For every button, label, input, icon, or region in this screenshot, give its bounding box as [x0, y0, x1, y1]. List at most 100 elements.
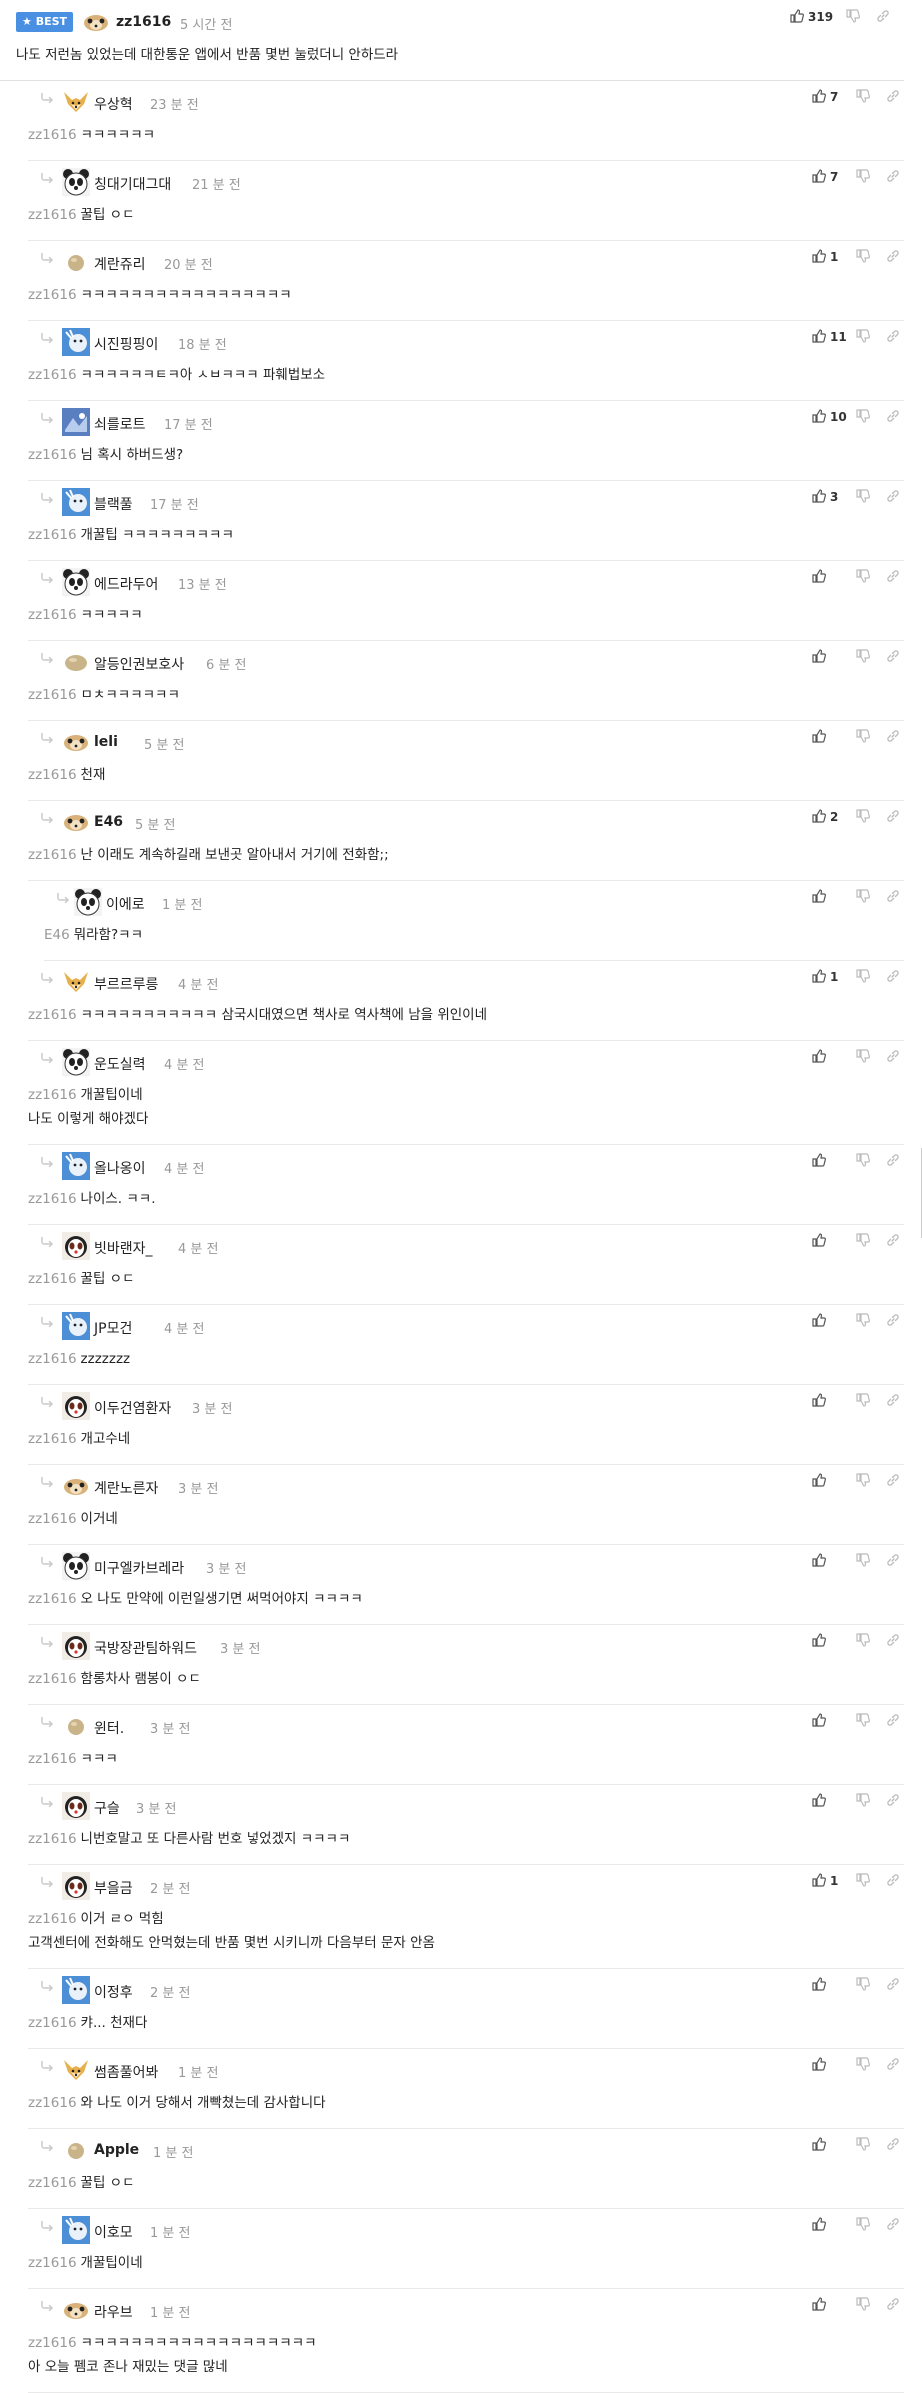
- like-button[interactable]: [812, 1048, 846, 1068]
- comment-author[interactable]: 블랙풀: [94, 494, 133, 514]
- like-button[interactable]: 319: [790, 8, 834, 28]
- mention-tag[interactable]: zz1616: [28, 1751, 77, 1767]
- comment-author[interactable]: E46: [94, 814, 123, 830]
- mention-tag[interactable]: zz1616: [28, 1007, 77, 1023]
- avatar[interactable]: [62, 1872, 90, 1900]
- link-button[interactable]: [886, 408, 906, 428]
- comment-author[interactable]: leli: [94, 734, 118, 750]
- like-button[interactable]: [812, 2136, 846, 2156]
- avatar[interactable]: [62, 728, 90, 756]
- mention-tag[interactable]: zz1616: [28, 1591, 77, 1607]
- like-button[interactable]: [812, 2296, 846, 2316]
- like-button[interactable]: [812, 728, 846, 748]
- comment-author[interactable]: 이정후: [94, 1982, 133, 2002]
- mention-tag[interactable]: zz1616: [28, 207, 77, 223]
- comment-author[interactable]: 계란노른자: [94, 1478, 158, 1498]
- mention-tag[interactable]: zz1616: [28, 527, 77, 543]
- dislike-button[interactable]: [856, 968, 876, 988]
- avatar[interactable]: [62, 1976, 90, 2004]
- avatar[interactable]: [62, 248, 90, 276]
- mention-tag[interactable]: zz1616: [28, 767, 77, 783]
- mention-tag[interactable]: E46: [44, 927, 70, 943]
- mention-tag[interactable]: zz1616: [28, 367, 77, 383]
- link-button[interactable]: [886, 1232, 906, 1252]
- dislike-button[interactable]: [856, 1792, 876, 1812]
- dislike-button[interactable]: [856, 728, 876, 748]
- mention-tag[interactable]: zz1616: [28, 2015, 77, 2031]
- avatar[interactable]: [62, 1712, 90, 1740]
- link-button[interactable]: [886, 1152, 906, 1172]
- avatar[interactable]: [62, 1392, 90, 1420]
- avatar[interactable]: [62, 1312, 90, 1340]
- like-button[interactable]: 1: [812, 1872, 846, 1892]
- comment-author[interactable]: 이에로: [106, 894, 145, 914]
- avatar[interactable]: [62, 1048, 90, 1076]
- dislike-button[interactable]: [856, 2296, 876, 2316]
- link-button[interactable]: [886, 1872, 906, 1892]
- comment-author[interactable]: 국방장관팀하워드: [94, 1638, 197, 1658]
- comment-author[interactable]: 우상혁: [94, 94, 133, 114]
- avatar[interactable]: [62, 2216, 90, 2244]
- comment-author[interactable]: 칭대기대그대: [94, 174, 171, 194]
- avatar[interactable]: [62, 1552, 90, 1580]
- like-button[interactable]: [812, 1792, 846, 1812]
- like-button[interactable]: [812, 2216, 846, 2236]
- avatar[interactable]: [62, 968, 90, 996]
- avatar[interactable]: [62, 1152, 90, 1180]
- like-button[interactable]: 3: [812, 488, 846, 508]
- dislike-button[interactable]: [856, 1048, 876, 1068]
- comment-author[interactable]: 윈터.: [94, 1718, 124, 1738]
- dislike-button[interactable]: [856, 1552, 876, 1572]
- comment-author[interactable]: 미구엘카브레라: [94, 1558, 184, 1578]
- link-button[interactable]: [886, 248, 906, 268]
- link-button[interactable]: [886, 1048, 906, 1068]
- dislike-button[interactable]: [856, 248, 876, 268]
- avatar[interactable]: [62, 648, 90, 676]
- mention-tag[interactable]: zz1616: [28, 447, 77, 463]
- dislike-button[interactable]: [856, 568, 876, 588]
- like-button[interactable]: [812, 1632, 846, 1652]
- link-button[interactable]: [886, 1472, 906, 1492]
- dislike-button[interactable]: [856, 1152, 876, 1172]
- avatar[interactable]: [62, 2136, 90, 2164]
- link-button[interactable]: [886, 1552, 906, 1572]
- comment-author[interactable]: 알등인권보호사: [94, 654, 184, 674]
- like-button[interactable]: [812, 1976, 846, 1996]
- mention-tag[interactable]: zz1616: [28, 1087, 77, 1103]
- mention-tag[interactable]: zz1616: [28, 1511, 77, 1527]
- like-button[interactable]: [812, 1152, 846, 1172]
- comment-author[interactable]: 빗바랜자_: [94, 1238, 153, 1258]
- mention-tag[interactable]: zz1616: [28, 1431, 77, 1447]
- dislike-button[interactable]: [856, 1872, 876, 1892]
- avatar[interactable]: [62, 1232, 90, 1260]
- dislike-button[interactable]: [856, 1712, 876, 1732]
- dislike-button[interactable]: [856, 1632, 876, 1652]
- dislike-button[interactable]: [856, 408, 876, 428]
- dislike-button[interactable]: [856, 1232, 876, 1252]
- dislike-button[interactable]: [856, 2136, 876, 2156]
- link-button[interactable]: [886, 328, 906, 348]
- link-button[interactable]: [886, 2136, 906, 2156]
- dislike-button[interactable]: [856, 1392, 876, 1412]
- like-button[interactable]: [812, 568, 846, 588]
- comment-author[interactable]: 시진핑핑이: [94, 334, 158, 354]
- like-button[interactable]: 7: [812, 88, 846, 108]
- link-button[interactable]: [886, 728, 906, 748]
- mention-tag[interactable]: zz1616: [28, 2255, 77, 2271]
- comment-author[interactable]: 에드라두어: [94, 574, 158, 594]
- comment-author[interactable]: 이두건염환자: [94, 1398, 171, 1418]
- like-button[interactable]: 10: [812, 408, 847, 428]
- dislike-button[interactable]: [856, 168, 876, 188]
- link-button[interactable]: [886, 2056, 906, 2076]
- link-button[interactable]: [886, 1392, 906, 1412]
- link-button[interactable]: [886, 168, 906, 188]
- mention-tag[interactable]: zz1616: [28, 687, 77, 703]
- link-button[interactable]: [886, 2296, 906, 2316]
- avatar[interactable]: [62, 488, 90, 516]
- dislike-button[interactable]: [856, 1976, 876, 1996]
- mention-tag[interactable]: zz1616: [28, 287, 77, 303]
- like-button[interactable]: 7: [812, 168, 846, 188]
- link-button[interactable]: [886, 568, 906, 588]
- mention-tag[interactable]: zz1616: [28, 847, 77, 863]
- avatar[interactable]: [62, 808, 90, 836]
